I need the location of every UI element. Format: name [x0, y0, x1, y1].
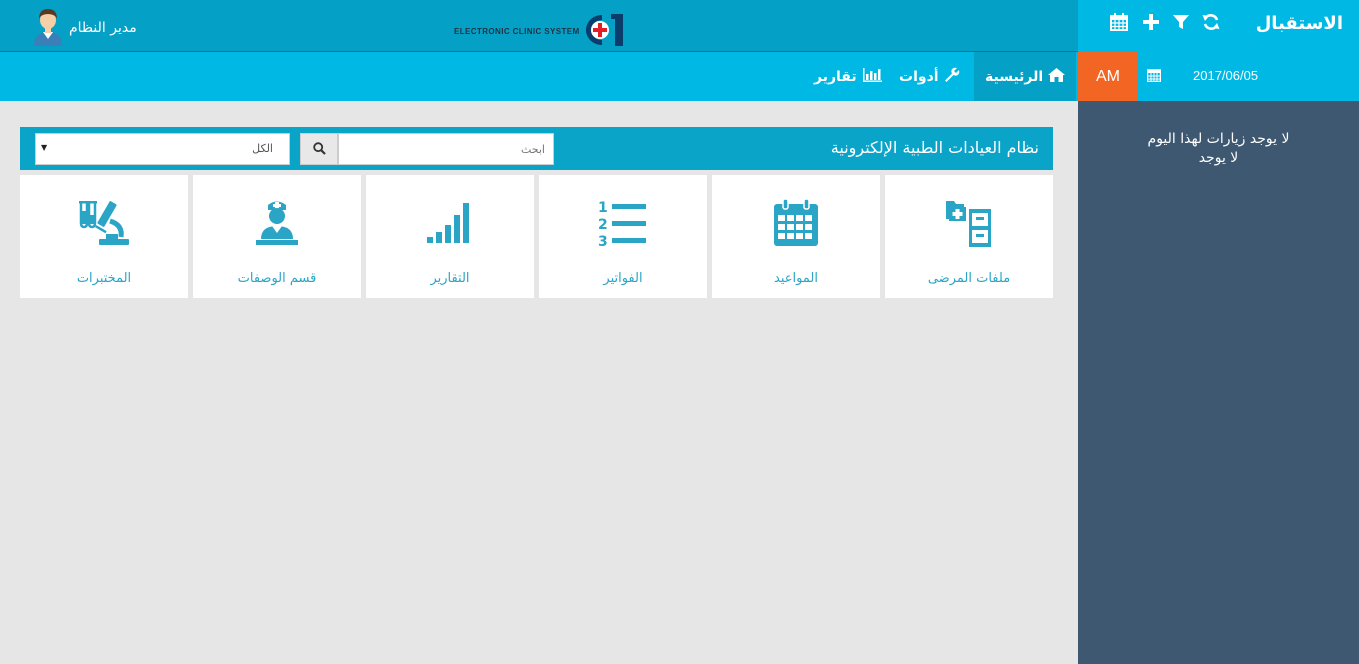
svg-text:3: 3 — [598, 234, 608, 247]
tile-patient-files-label: ملفات المرضى — [927, 271, 1011, 286]
signal-bars-icon — [366, 199, 534, 255]
reception-sidebar: الاستقبال AM 2017/06/05 لا يوجد زيارات ل… — [1078, 0, 1359, 664]
reception-date-bar: AM 2017/06/05 — [1078, 52, 1359, 101]
patient-files-icon — [885, 199, 1053, 255]
microscope-icon — [20, 199, 188, 255]
tile-prescriptions[interactable]: قسم الوصفات — [193, 175, 361, 298]
top-header: مدير النظام ELECTRONIC CLINIC SYSTEM — [0, 0, 1078, 52]
user-name: مدير النظام — [69, 20, 137, 36]
current-date: 2017/06/05 — [1193, 68, 1259, 83]
svg-text:1: 1 — [598, 200, 608, 216]
none-text: لا يوجد — [1198, 150, 1239, 166]
visits-message: لا يوجد زيارات لهذا اليوم لا يوجد — [1078, 130, 1359, 168]
search-button[interactable] — [300, 133, 338, 165]
home-icon — [1048, 67, 1066, 86]
reception-title: الاستقبال — [1255, 13, 1343, 34]
nav-tools[interactable]: أدوات — [888, 52, 971, 101]
plus-icon[interactable] — [1140, 11, 1162, 33]
panel-title: نظام العيادات الطبية الإلكترونية — [830, 138, 1039, 157]
caret-down-icon: ▼ — [41, 143, 48, 152]
tile-reports-label: التقارير — [430, 271, 470, 286]
category-select[interactable]: الكل ▼ — [35, 133, 290, 165]
tile-appointments[interactable]: المواعيد — [712, 175, 880, 298]
am-badge[interactable]: AM — [1078, 52, 1138, 101]
calendar-icon[interactable] — [1108, 11, 1130, 33]
tile-prescriptions-label: قسم الوصفات — [237, 271, 317, 286]
bar-chart-icon — [862, 67, 882, 86]
reception-header: الاستقبال — [1078, 0, 1359, 52]
user-menu[interactable]: مدير النظام — [31, 6, 137, 50]
svg-text:2: 2 — [598, 217, 608, 233]
no-visits-text: لا يوجد زيارات لهذا اليوم — [1147, 131, 1290, 147]
tile-invoices[interactable]: 1 2 3 الفواتير — [539, 175, 707, 298]
nav-tools-label: أدوات — [899, 68, 939, 85]
tile-invoices-label: الفواتير — [603, 271, 643, 286]
refresh-icon[interactable] — [1200, 11, 1222, 33]
search-input[interactable] — [338, 133, 554, 165]
clinic-logo: ELECTRONIC CLINIC SYSTEM — [452, 10, 630, 48]
tile-labs-label: المختبرات — [76, 271, 132, 286]
tile-reports[interactable]: التقارير — [366, 175, 534, 298]
nav-reports-label: تقارير — [814, 68, 857, 85]
tile-labs[interactable]: المختبرات — [20, 175, 188, 298]
user-avatar-icon — [31, 6, 65, 50]
nav-home-label: الرئيسية — [985, 68, 1044, 85]
nav-reports[interactable]: تقارير — [803, 52, 893, 101]
search-icon — [312, 140, 326, 159]
logo-text: ELECTRONIC CLINIC SYSTEM — [454, 27, 580, 36]
tile-patient-files[interactable]: ملفات المرضى — [885, 175, 1053, 298]
numbered-list-icon: 1 2 3 — [539, 199, 707, 255]
nav-home[interactable]: الرئيسية — [974, 52, 1077, 101]
wrench-icon — [944, 67, 960, 87]
date-calendar-icon[interactable] — [1146, 67, 1162, 86]
appointments-calendar-icon — [712, 199, 880, 255]
tile-appointments-label: المواعيد — [774, 271, 818, 286]
panel-header: نظام العيادات الطبية الإلكترونية الكل ▼ — [20, 127, 1053, 170]
category-select-value: الكل — [252, 142, 273, 155]
main-nav: الرئيسية أدوات تقارير — [0, 52, 1078, 101]
filter-icon[interactable] — [1170, 11, 1192, 33]
nurse-icon — [193, 199, 361, 255]
